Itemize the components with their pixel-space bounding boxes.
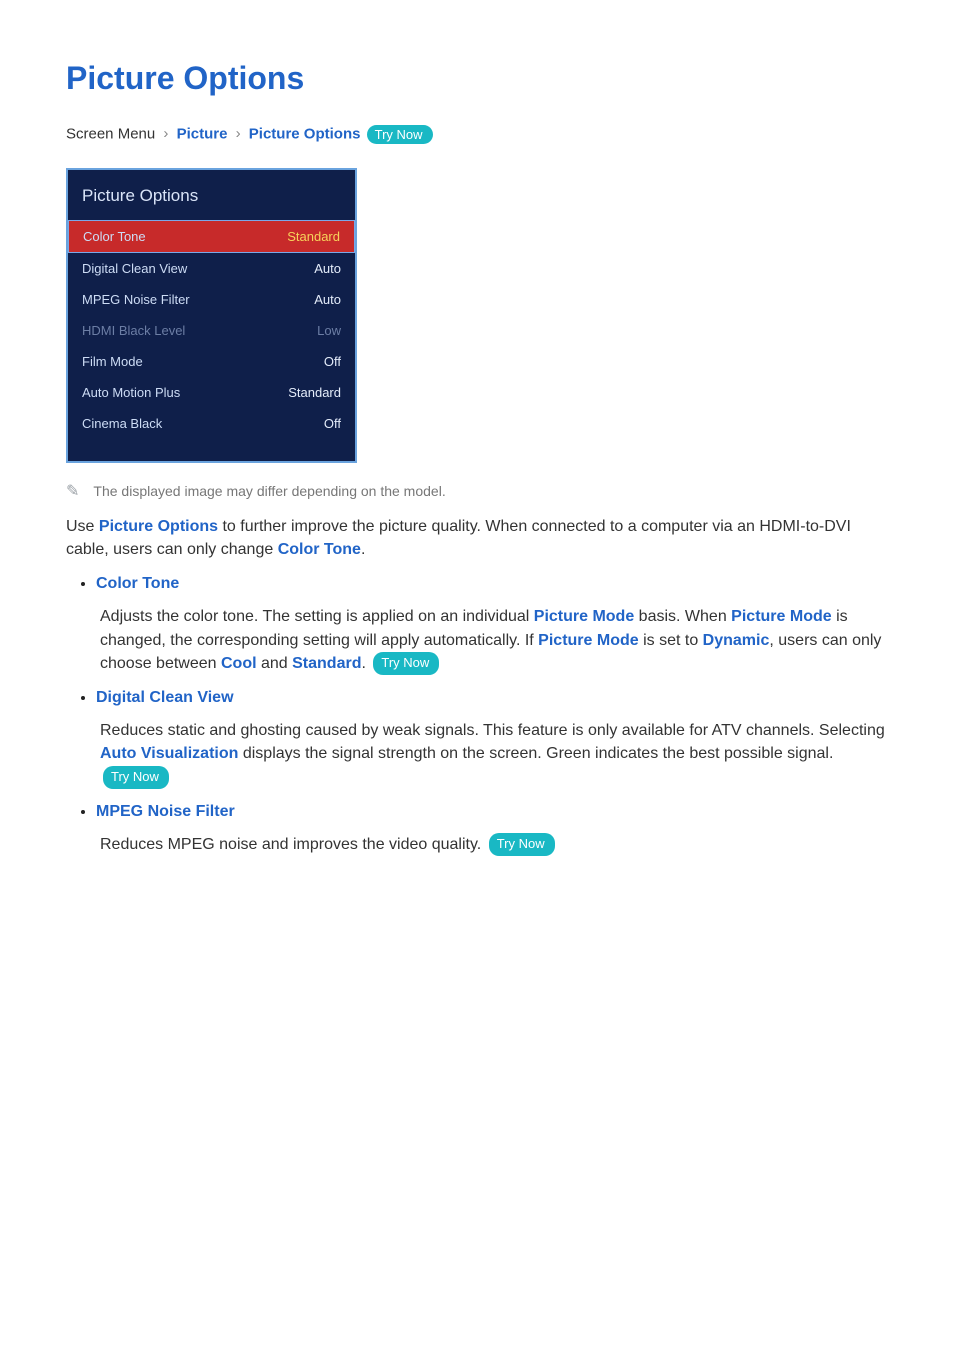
panel-row[interactable]: MPEG Noise Filter Auto	[68, 284, 355, 315]
panel-row-value: Low	[317, 323, 341, 338]
list-item: Color Tone Adjusts the color tone. The se…	[96, 575, 888, 675]
item-description: Reduces MPEG noise and improves the vide…	[100, 833, 888, 856]
breadcrumb-seg-picture: Picture	[177, 125, 228, 142]
model-note: ✎ The displayed image may differ dependi…	[66, 481, 888, 501]
panel-row-value: Auto	[314, 261, 341, 276]
model-note-text: The displayed image may differ depending…	[93, 483, 445, 499]
list-item: Digital Clean View Reduces static and gho…	[96, 689, 888, 789]
chevron-right-icon: ›	[236, 125, 241, 142]
panel-row-label: HDMI Black Level	[82, 323, 185, 338]
breadcrumb: Screen Menu › Picture › Picture Options …	[66, 125, 888, 144]
panel-row-label: Auto Motion Plus	[82, 385, 180, 400]
panel-row[interactable]: Color Tone Standard	[68, 220, 355, 253]
try-now-badge[interactable]: Try Now	[367, 125, 433, 144]
options-list: Color Tone Adjusts the color tone. The se…	[66, 575, 888, 855]
panel-row-label: Color Tone	[83, 229, 146, 244]
item-title: Color Tone	[96, 575, 888, 593]
panel-row-label: MPEG Noise Filter	[82, 292, 190, 307]
try-now-badge[interactable]: Try Now	[373, 652, 439, 675]
item-description: Adjusts the color tone. The setting is a…	[100, 605, 888, 675]
pencil-icon: ✎	[66, 481, 79, 501]
item-title: Digital Clean View	[96, 689, 888, 707]
panel-row[interactable]: Cinema Black Off	[68, 408, 355, 439]
panel-row-value: Standard	[287, 229, 340, 244]
panel-row-value: Off	[324, 416, 341, 431]
panel-row-label: Digital Clean View	[82, 261, 187, 276]
breadcrumb-seg-picture-options: Picture Options	[249, 125, 361, 142]
intro-paragraph: Use Picture Options to further improve t…	[66, 515, 888, 561]
panel-row-label: Cinema Black	[82, 416, 162, 431]
panel-row-value: Auto	[314, 292, 341, 307]
panel-row-value: Off	[324, 354, 341, 369]
try-now-badge[interactable]: Try Now	[103, 766, 169, 789]
panel-row[interactable]: Film Mode Off	[68, 346, 355, 377]
panel-row[interactable]: HDMI Black Level Low	[68, 315, 355, 346]
page-title: Picture Options	[66, 60, 888, 97]
list-item: MPEG Noise Filter Reduces MPEG noise and …	[96, 803, 888, 856]
chevron-right-icon: ›	[163, 125, 168, 142]
item-title: MPEG Noise Filter	[96, 803, 888, 821]
try-now-badge[interactable]: Try Now	[489, 833, 555, 856]
panel-row-value: Standard	[288, 385, 341, 400]
picture-options-panel: Picture Options Color Tone Standard Digita…	[66, 168, 357, 463]
panel-row[interactable]: Auto Motion Plus Standard	[68, 377, 355, 408]
panel-row[interactable]: Digital Clean View Auto	[68, 253, 355, 284]
breadcrumb-root: Screen Menu	[66, 125, 155, 142]
panel-row-label: Film Mode	[82, 354, 143, 369]
panel-title: Picture Options	[68, 170, 355, 220]
item-description: Reduces static and ghosting caused by we…	[100, 719, 888, 789]
